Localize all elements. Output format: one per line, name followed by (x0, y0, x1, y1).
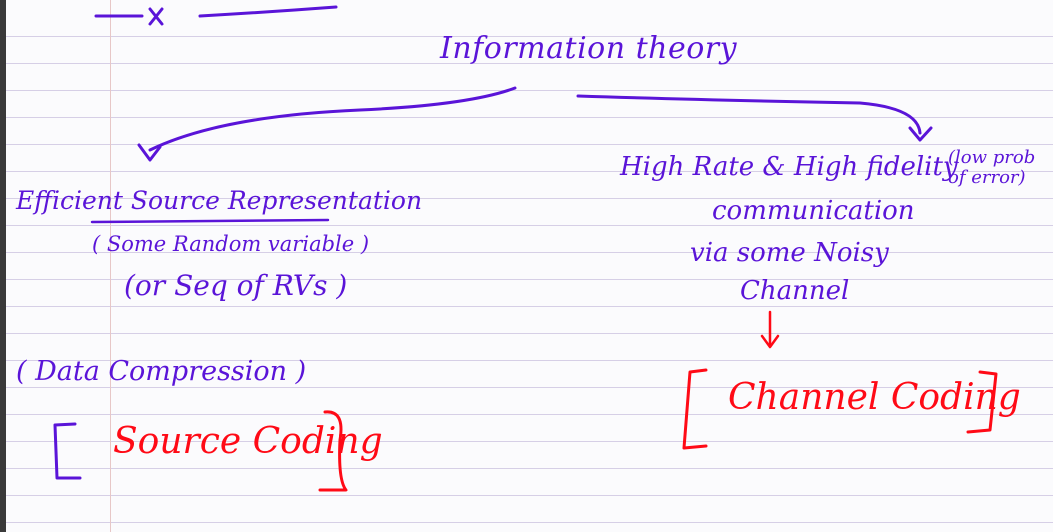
page-title: Information theory (440, 31, 738, 66)
right-heading: High Rate & High fidelity (620, 152, 958, 182)
right-branch-arrow (576, 94, 922, 135)
left-branch-arrow (148, 86, 517, 152)
left-heading: Efficient Source Representation (16, 186, 423, 215)
source-coding-label: Source Coding (113, 421, 383, 462)
top-dash-right (198, 5, 338, 18)
source-underline (90, 218, 330, 224)
notebook-page: x Information theory Efficient Source Re… (0, 0, 1053, 532)
left-data-compression: ( Data Compression ) (16, 356, 307, 387)
channel-coding-label: Channel Coding (728, 377, 1021, 418)
right-noisy: via some Noisy (690, 238, 889, 268)
left-subtext-seq: (or Seq of RVs ) (124, 269, 348, 302)
channel-bracket-left (682, 368, 708, 450)
source-bracket-left (53, 422, 82, 480)
right-communication: communication (712, 196, 915, 226)
right-heading-note: (low prob of error) (948, 147, 1036, 188)
left-subtext-rv: ( Some Random variable ) (92, 232, 370, 256)
top-x-mark (148, 7, 164, 26)
right-channel: Channel (740, 276, 850, 306)
